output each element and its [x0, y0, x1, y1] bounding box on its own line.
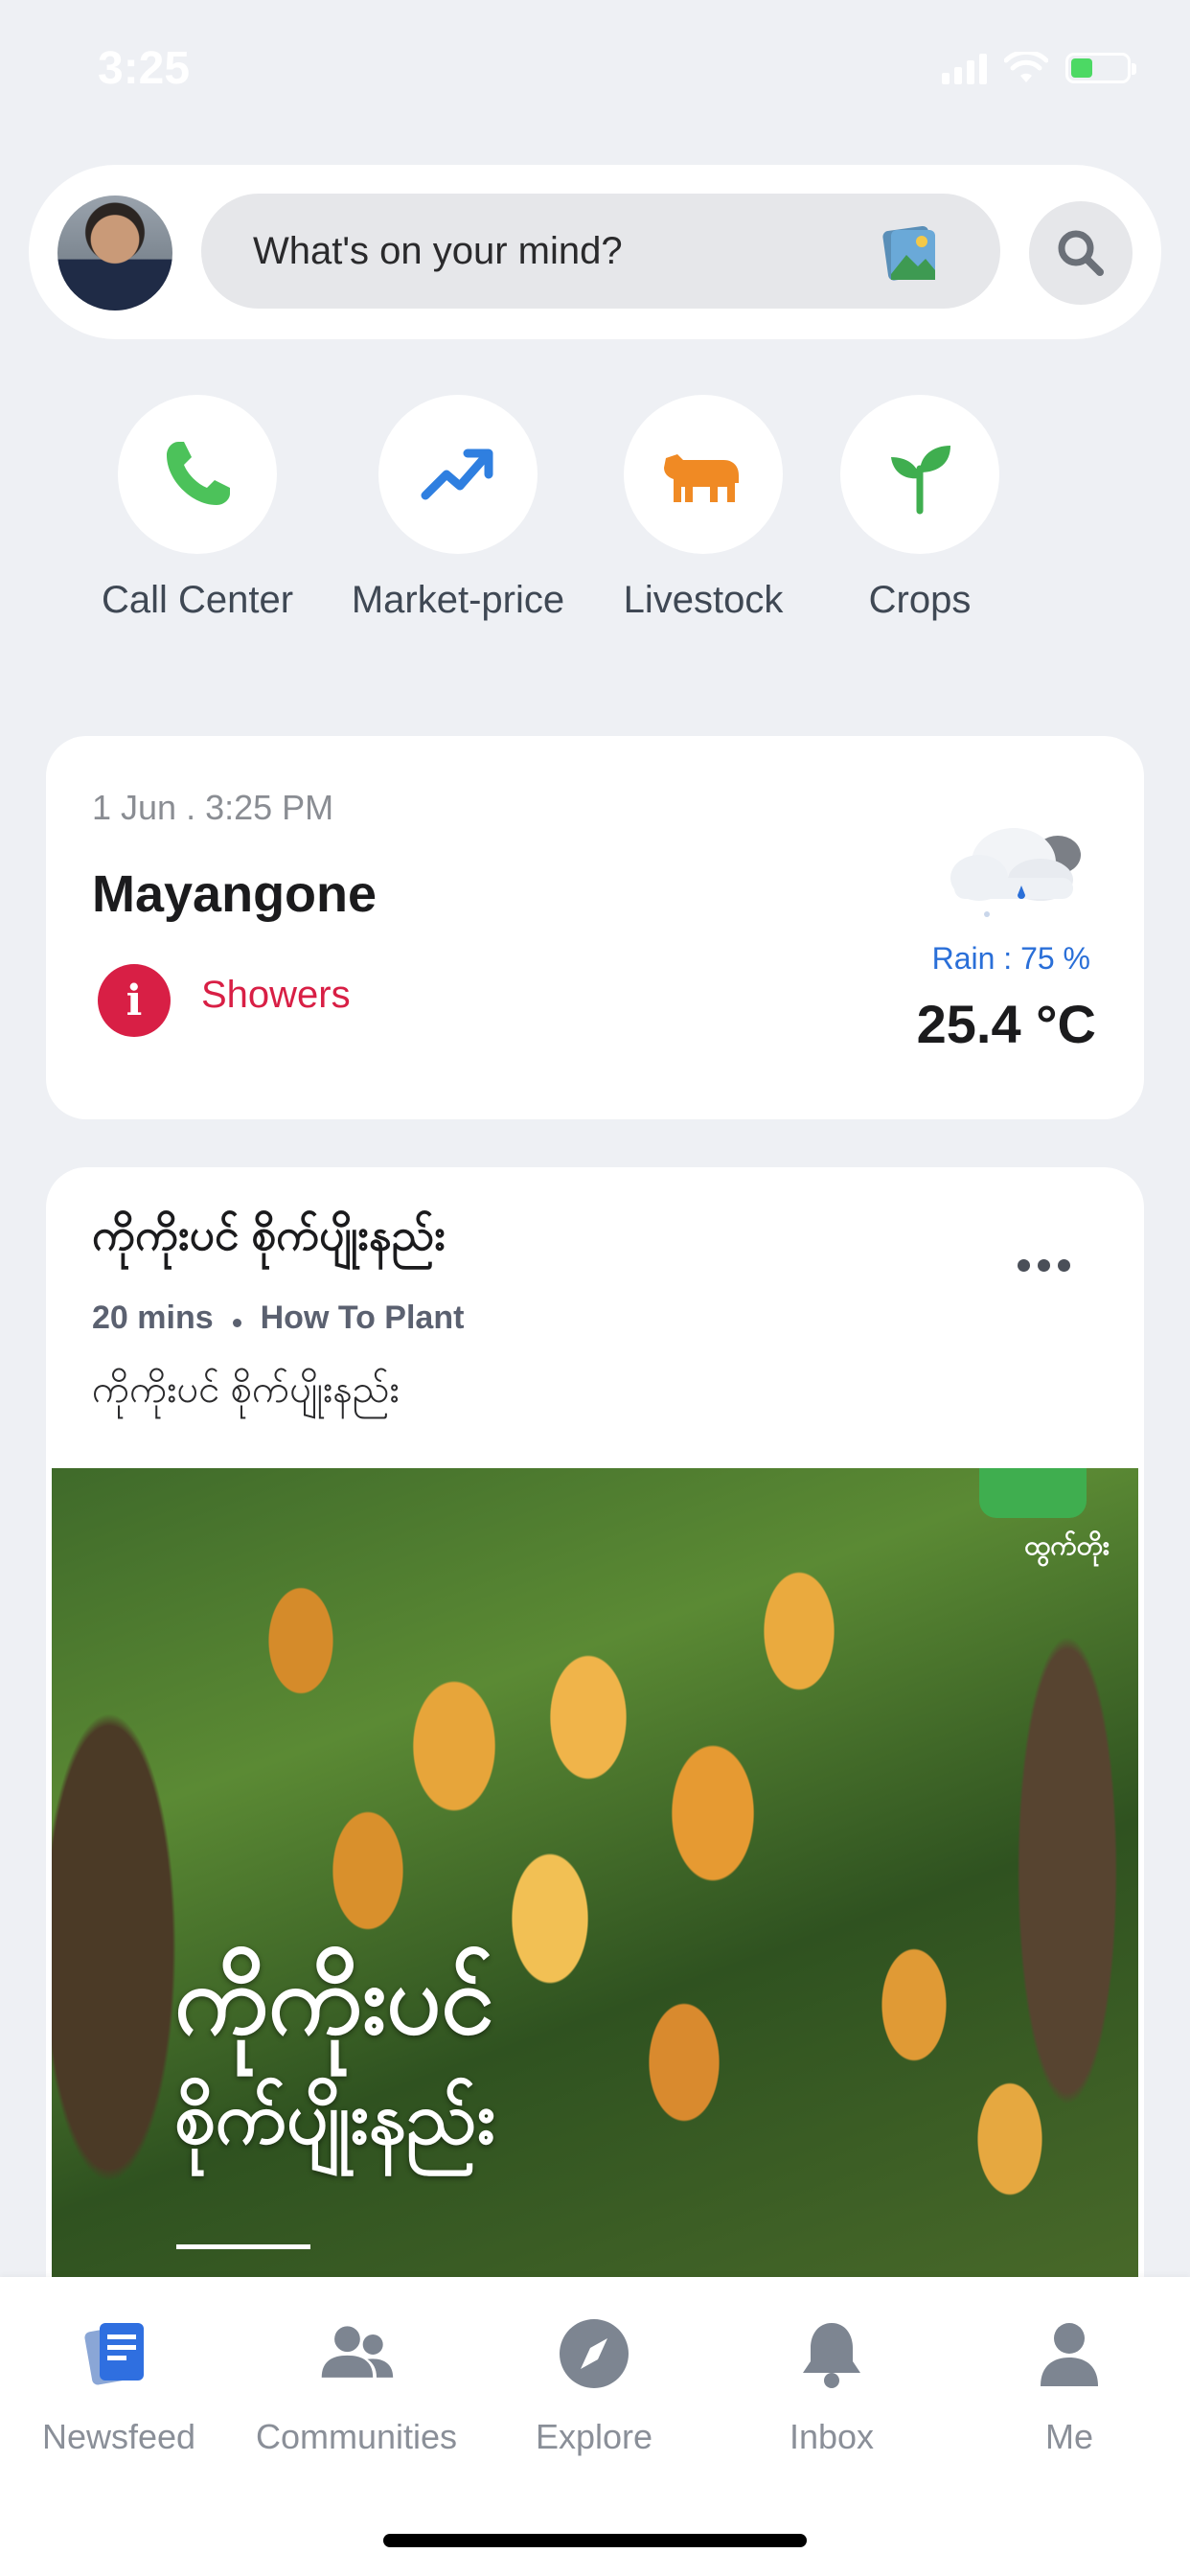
search-icon	[1058, 230, 1104, 276]
battery-icon	[1065, 53, 1136, 83]
post-meta: 20 mins How To Plant	[92, 1300, 464, 1337]
shortcut-label: Crops	[868, 579, 972, 621]
sprout-icon	[891, 446, 950, 515]
image-caption-line2: စိုက်ပျိုးနည်း	[174, 2078, 495, 2159]
tab-label: Communities	[255, 2417, 458, 2456]
tab-me[interactable]: Me	[950, 2313, 1188, 2457]
tab-label: Newsfeed	[41, 2417, 196, 2456]
bottom-tab-bar: Newsfeed Communities Explore Inbox Me	[0, 2277, 1190, 2576]
shortcut-label: Market-price	[351, 579, 565, 621]
compass-icon	[560, 2319, 629, 2388]
image-caption-line1: ကိုကိုးပင်	[174, 1946, 494, 2054]
post-composer: What's on your mind?	[29, 165, 1161, 339]
tab-label: Me	[1044, 2417, 1093, 2456]
weather-condition: Showers	[201, 974, 351, 1016]
tab-label: Explore	[535, 2417, 653, 2456]
search-button[interactable]	[1029, 201, 1133, 305]
avatar[interactable]	[57, 196, 172, 310]
image-caption-underline	[176, 2244, 310, 2249]
post-category[interactable]: How To Plant	[261, 1300, 465, 1337]
shortcut-circle	[378, 395, 538, 554]
person-icon	[1041, 2323, 1098, 2386]
weather-temperature: 25.4 °C	[916, 994, 1096, 1054]
trending-up-icon	[421, 448, 493, 500]
cow-icon	[664, 454, 739, 502]
newsfeed-icon	[84, 2323, 144, 2385]
weather-location: Mayangone	[92, 865, 378, 923]
more-options-icon[interactable]	[1018, 1255, 1075, 1275]
shortcut-call-center[interactable]: Call Center	[73, 395, 322, 622]
signal-icon	[942, 52, 987, 84]
brand-logo	[979, 1468, 1087, 1518]
bell-icon	[803, 2323, 860, 2388]
shortcut-label: Call Center	[101, 579, 294, 621]
shortcut-circle	[624, 395, 783, 554]
communities-icon	[321, 2326, 394, 2378]
weather-datetime: 1 Jun . 3:25 PM	[92, 788, 334, 827]
tab-explore[interactable]: Explore	[475, 2313, 713, 2457]
status-time: 3:25	[98, 43, 191, 94]
shortcut-crops[interactable]: Crops	[795, 395, 1044, 622]
brand-logo-text: ထွက်တိုး	[1024, 1530, 1110, 1560]
shortcut-market-price[interactable]: Market-price	[333, 395, 583, 622]
photo-icon[interactable]	[880, 222, 941, 284]
post-image[interactable]: ထွက်တိုး ကိုကိုးပင် စိုက်ပျိုးနည်း	[52, 1468, 1138, 2317]
tab-newsfeed[interactable]: Newsfeed	[0, 2313, 238, 2457]
shortcut-circle	[118, 395, 277, 554]
tab-inbox[interactable]: Inbox	[713, 2313, 950, 2457]
tab-communities[interactable]: Communities	[238, 2313, 475, 2457]
tab-label: Inbox	[789, 2417, 875, 2456]
post-duration: 20 mins	[92, 1300, 214, 1336]
quick-shortcuts: Call Center Market-price Livestock Crops	[0, 395, 1190, 644]
home-indicator[interactable]	[383, 2534, 807, 2547]
meta-separator	[232, 1319, 241, 1327]
composer-placeholder: What's on your mind?	[253, 229, 623, 272]
post-card[interactable]: ကိုကိုးပင် စိုက်ပျိုးနည်း 20 mins How To…	[46, 1167, 1144, 2317]
rain-cloud-icon	[950, 828, 1081, 917]
shortcut-label: Livestock	[623, 579, 784, 621]
phone-icon	[167, 442, 230, 505]
post-subtitle: ကိုကိုးပင် စိုက်ပျိုးနည်း	[92, 1368, 400, 1411]
info-icon: i	[98, 964, 171, 1037]
wifi-icon	[1004, 52, 1048, 82]
post-title: ကိုကိုးပင် စိုက်ပျိုးနည်း	[92, 1209, 446, 1259]
status-bar: 3:25	[0, 0, 1190, 142]
weather-rain-chance: Rain : 75 %	[931, 941, 1090, 976]
weather-card[interactable]: 1 Jun . 3:25 PM Mayangone i Showers Rain…	[46, 736, 1144, 1119]
shortcut-circle	[840, 395, 999, 554]
shortcut-livestock[interactable]: Livestock	[579, 395, 828, 622]
status-icons	[942, 52, 1136, 84]
composer-input[interactable]: What's on your mind?	[201, 194, 1000, 309]
